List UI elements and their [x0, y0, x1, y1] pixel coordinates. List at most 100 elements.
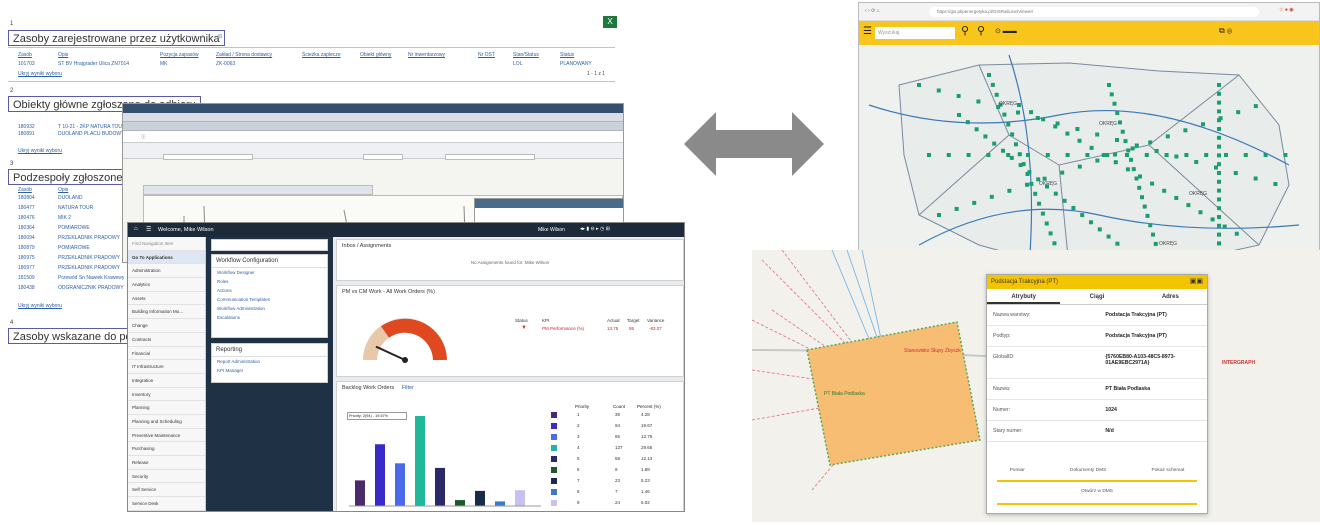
hide-results-link[interactable]: Ukryj wyniki wyboru [18, 303, 62, 309]
address-bar[interactable]: https://gis.pkpenergetyka.pl/GISRailLine… [929, 7, 1259, 17]
substation-marker[interactable] [1145, 213, 1150, 218]
table-cell[interactable]: 181509 [18, 275, 35, 281]
table-cell[interactable]: 180094 [18, 235, 35, 241]
table-cell[interactable]: 180891 [18, 131, 35, 137]
substation-marker[interactable] [1115, 111, 1120, 116]
substation-marker[interactable] [1217, 215, 1221, 219]
substation-marker[interactable] [1006, 153, 1011, 157]
substation-marker[interactable] [1142, 204, 1147, 209]
substation-marker[interactable] [1045, 153, 1050, 157]
home-icon[interactable]: ⌂ [134, 226, 138, 232]
sidebar-item[interactable]: Security [128, 470, 205, 484]
tab-attributes[interactable]: Atrybuty [987, 289, 1061, 304]
substation-marker[interactable] [1217, 83, 1221, 87]
substation-marker[interactable] [1217, 223, 1221, 228]
substation-marker[interactable] [1006, 122, 1011, 127]
substation-marker[interactable] [1174, 154, 1179, 159]
substation-marker[interactable] [1210, 217, 1215, 222]
sidebar-item[interactable]: Contracts [128, 333, 205, 347]
poland-network-map[interactable]: OKRĘG OKRĘG OKRĘG OKRĘG OKRĘG [859, 45, 1319, 266]
asset-field[interactable] [163, 154, 253, 160]
substation-marker[interactable] [1062, 198, 1067, 203]
substation-marker[interactable] [1125, 167, 1130, 172]
substation-marker[interactable] [1029, 110, 1034, 115]
substation-marker[interactable] [1052, 241, 1057, 246]
substation-marker[interactable] [1217, 179, 1221, 184]
workflow-link[interactable]: Escalations [212, 313, 327, 322]
substation-marker[interactable] [1077, 138, 1082, 143]
substation-marker[interactable] [966, 153, 971, 157]
table-cell[interactable]: 180977 [18, 265, 35, 271]
substation-marker[interactable] [946, 153, 951, 157]
substation-marker[interactable] [1283, 153, 1288, 157]
substation-marker[interactable] [1077, 164, 1082, 169]
substation-marker[interactable] [1243, 153, 1248, 157]
col-header[interactable]: Pozycja zapasów [160, 52, 199, 58]
substation-marker[interactable] [1150, 181, 1155, 186]
substation-marker[interactable] [1236, 110, 1241, 115]
sidebar-item[interactable]: Go To Applications [128, 250, 205, 265]
substation-marker[interactable] [936, 88, 941, 93]
substation-marker[interactable] [1041, 117, 1046, 122]
col-header[interactable]: Zasób [18, 52, 32, 58]
substation-marker[interactable] [1123, 139, 1128, 144]
substation-marker[interactable] [1075, 127, 1080, 131]
substation-marker[interactable] [1151, 232, 1155, 237]
sidebar-item[interactable]: Inventory [128, 388, 205, 402]
sidebar-item[interactable]: Purchasing [128, 442, 205, 456]
app-toolbar[interactable] [123, 113, 623, 122]
substation-marker[interactable] [1085, 153, 1090, 157]
substation-marker[interactable] [1253, 104, 1258, 109]
col-header[interactable]: Nr OST [478, 52, 495, 58]
bar-priority-2[interactable] [375, 444, 385, 506]
substation-marker[interactable] [972, 200, 977, 205]
substation-marker[interactable] [1148, 223, 1153, 228]
substation-marker[interactable] [1234, 231, 1239, 236]
substation-marker[interactable] [965, 120, 970, 125]
table-cell[interactable]: 180438 [18, 285, 35, 291]
sidebar-item[interactable]: Change [128, 319, 205, 333]
col-header[interactable]: Zakład / Strona dostawcy [216, 52, 272, 58]
substation-marker[interactable] [1107, 83, 1111, 87]
substation-marker[interactable] [1154, 149, 1159, 153]
substation-marker[interactable] [1007, 188, 1012, 193]
substation-marker[interactable] [1222, 224, 1227, 229]
substation-marker[interactable] [1001, 148, 1005, 153]
substation-marker[interactable] [1217, 118, 1221, 123]
substation-marker[interactable] [1233, 171, 1238, 175]
substation-marker[interactable] [983, 134, 988, 139]
kpi-manager-link[interactable]: KPI Manager [212, 366, 327, 375]
substation-marker[interactable] [1217, 91, 1221, 96]
layers-icon[interactable]: ⧉ ⊜ [1219, 26, 1232, 36]
substation-marker[interactable] [992, 141, 997, 146]
substation-marker[interactable] [957, 113, 961, 117]
substation-marker[interactable] [1053, 124, 1058, 129]
tab-lines[interactable]: Ciągi [1060, 289, 1133, 304]
substation-marker[interactable] [1065, 153, 1070, 157]
col-header[interactable]: Opis [58, 187, 68, 193]
substation-marker[interactable] [1109, 92, 1114, 97]
sidebar-item[interactable]: Building Information Mo... [128, 305, 205, 320]
sidebar-item[interactable]: Administration [128, 264, 205, 279]
substation-marker[interactable] [1165, 134, 1170, 139]
hide-results-link[interactable]: Ukryj wyniki wyboru [18, 71, 62, 77]
substation-marker[interactable] [1095, 158, 1100, 163]
substation-marker[interactable] [956, 94, 961, 98]
bar-priority-8[interactable] [495, 501, 505, 506]
substation-marker[interactable] [1253, 176, 1258, 181]
table-cell[interactable]: 180879 [18, 245, 35, 251]
substation-marker[interactable] [989, 194, 994, 199]
col-header[interactable]: Nr inwentarzowy [408, 52, 445, 58]
substation-marker[interactable] [1115, 241, 1120, 246]
workflow-link[interactable]: Communication Templates [212, 295, 327, 304]
substation-marker[interactable] [1035, 116, 1040, 120]
substation-marker[interactable] [1204, 153, 1209, 157]
sidebar-item[interactable]: Self Service [128, 483, 205, 498]
col-header[interactable]: Ścieżka zaplecze [302, 52, 341, 58]
substation-marker[interactable] [1217, 162, 1221, 167]
substation-marker[interactable] [1105, 153, 1110, 157]
substation-marker[interactable] [1095, 132, 1100, 137]
nav-buttons[interactable]: ‹ › ⟳ ⌂ [865, 8, 880, 14]
substation-marker[interactable] [1080, 213, 1085, 218]
nav-search-input[interactable]: Find Navigation Item [128, 237, 205, 251]
